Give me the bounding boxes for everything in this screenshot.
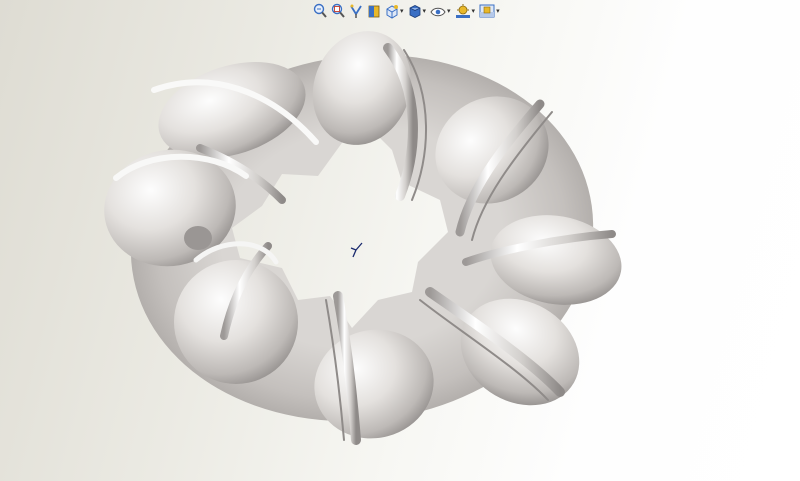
edit-appearance-button[interactable]: ▾ [454, 2, 477, 20]
zoom-to-area-button[interactable] [330, 2, 346, 20]
previous-view-button[interactable] [348, 2, 364, 20]
apply-scene-icon [479, 4, 495, 18]
view-orientation-button[interactable]: ▾ [384, 2, 405, 20]
graphics-area[interactable]: ▾ ▾ ▾ ▾ ▾ [0, 0, 800, 481]
view-orientation-caret: ▾ [400, 6, 404, 15]
zoom-to-fit-icon [313, 3, 327, 18]
zoom-to-fit-button[interactable] [312, 2, 328, 20]
coordinate-triad-icon [350, 242, 363, 258]
hide-show-items-icon [430, 7, 446, 17]
hide-show-items-button[interactable]: ▾ [429, 2, 452, 20]
section-view-icon [368, 5, 380, 18]
apply-scene-caret: ▾ [496, 6, 500, 15]
view-orientation-icon [386, 5, 398, 19]
zoom-to-area-icon [331, 3, 345, 18]
twisted-ring-model[interactable] [0, 0, 800, 481]
display-style-button[interactable]: ▾ [407, 2, 428, 20]
previous-view-icon [350, 4, 362, 18]
edit-appearance-icon [455, 4, 470, 18]
hide-show-items-caret: ▾ [447, 6, 451, 15]
edit-appearance-caret: ▾ [471, 6, 476, 15]
display-style-caret: ▾ [422, 6, 427, 15]
section-view-button[interactable] [366, 2, 382, 20]
display-style-icon [409, 5, 420, 18]
apply-scene-button[interactable]: ▾ [478, 2, 501, 20]
lobe-hole-shadow [184, 226, 212, 250]
heads-up-view-toolbar: ▾ ▾ ▾ ▾ ▾ [312, 1, 501, 21]
